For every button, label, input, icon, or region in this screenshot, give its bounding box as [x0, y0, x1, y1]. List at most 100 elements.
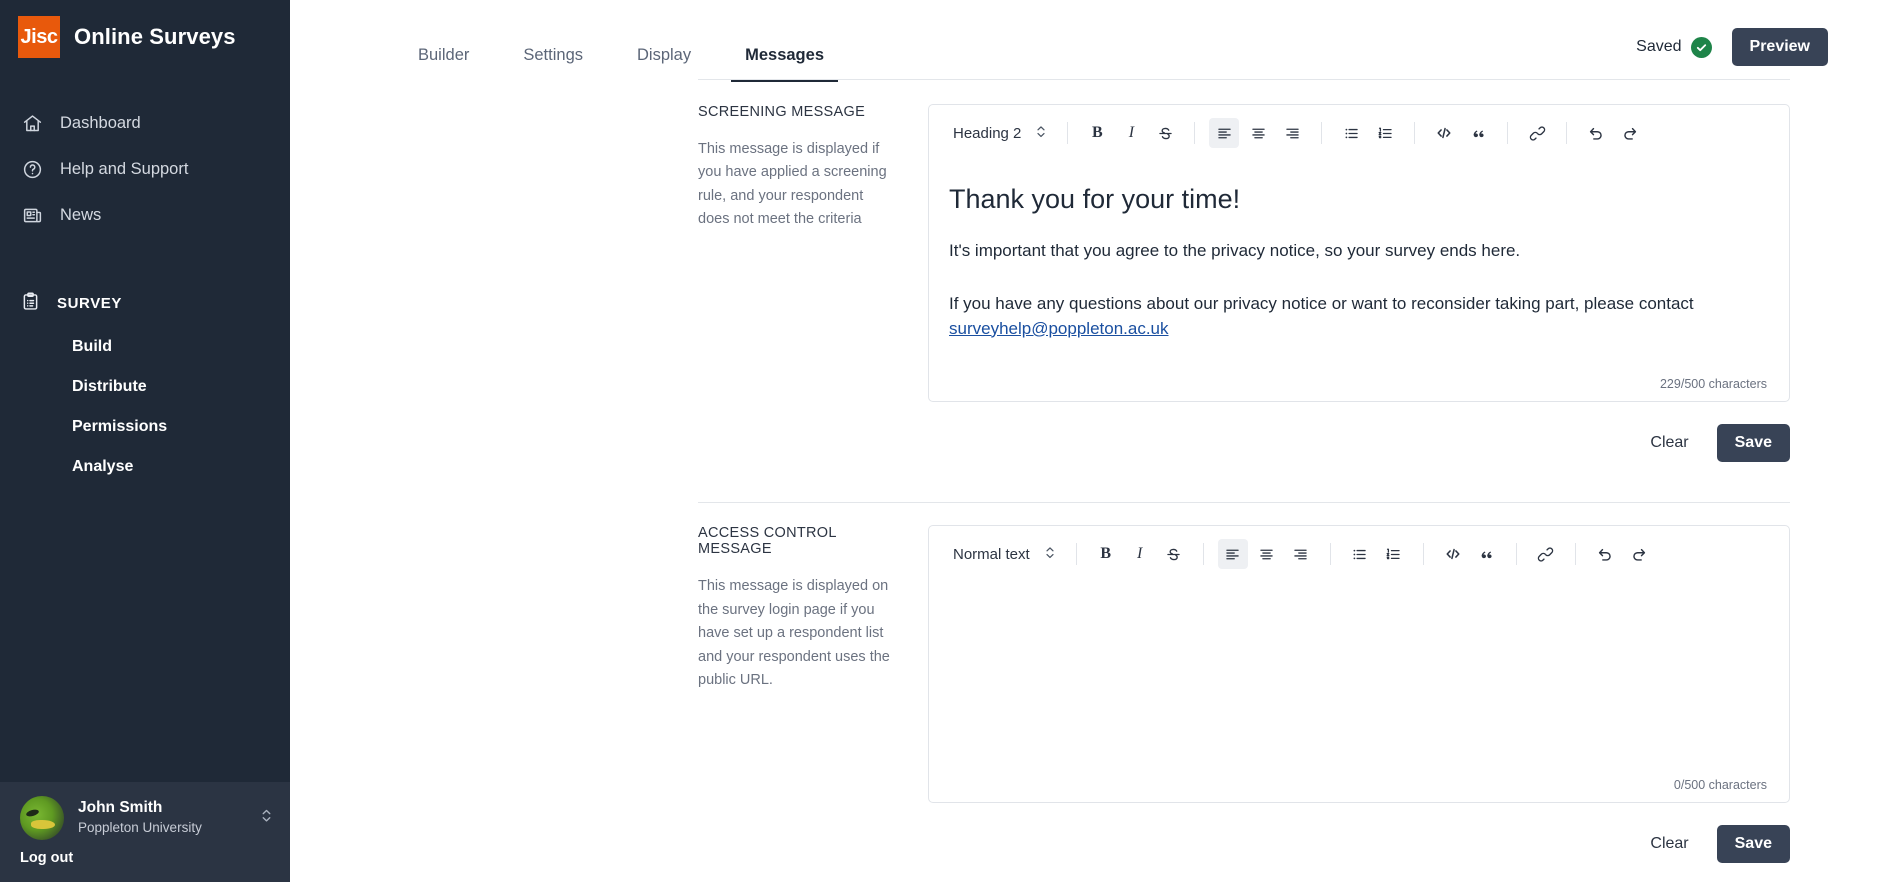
messages-panel: SCREENING MESSAGE This message is displa… [290, 82, 1890, 864]
redo-icon[interactable] [1615, 118, 1645, 148]
editor-content-area[interactable] [929, 582, 1789, 778]
block-format-value: Normal text [953, 545, 1030, 563]
sidebar-item-build[interactable]: Build [0, 327, 290, 367]
editor-paragraph-2: If you have any questions about our priv… [949, 292, 1769, 341]
home-icon [20, 111, 44, 135]
code-block-icon[interactable] [1438, 539, 1468, 569]
toolbar-divider [1321, 122, 1323, 144]
bold-icon[interactable]: B [1082, 118, 1112, 148]
editor-toolbar: Heading 2 B I [929, 105, 1789, 161]
editor-toolbar: Normal text B I [929, 526, 1789, 582]
italic-icon[interactable]: I [1125, 539, 1155, 569]
saved-label: Saved [1636, 38, 1682, 55]
align-center-icon[interactable] [1252, 539, 1282, 569]
code-block-icon[interactable] [1429, 118, 1459, 148]
toolbar-divider [1067, 122, 1069, 144]
user-organisation: Poppleton University [78, 820, 202, 836]
tab-builder[interactable]: Builder [404, 46, 483, 83]
chevron-up-down-icon [1035, 123, 1047, 144]
section-description: This message is displayed if you have ap… [698, 141, 887, 228]
character-counter: 0/500 characters [1673, 778, 1767, 793]
main-content: Builder Settings Display Messages Saved … [290, 0, 1890, 882]
toolbar-divider [1574, 543, 1576, 566]
chevron-up-down-icon[interactable] [260, 806, 274, 830]
jisc-logo: Jisc [18, 16, 60, 58]
toolbar-divider [1194, 122, 1196, 144]
strikethrough-icon[interactable] [1159, 539, 1189, 569]
sidebar-item-distribute[interactable]: Distribute [0, 367, 290, 407]
account-switcher[interactable]: John Smith Poppleton University [20, 796, 274, 840]
block-format-value: Heading 2 [953, 124, 1022, 142]
link-icon[interactable] [1531, 539, 1561, 569]
undo-icon[interactable] [1590, 539, 1620, 569]
blockquote-icon[interactable] [1472, 539, 1502, 569]
sidebar-section-survey[interactable]: SURVEY [0, 280, 290, 327]
strikethrough-icon[interactable] [1150, 118, 1180, 148]
align-right-icon[interactable] [1277, 118, 1307, 148]
block-format-select[interactable]: Heading 2 [943, 117, 1055, 150]
top-bar-actions: Saved Preview [1636, 28, 1828, 66]
top-bar: Builder Settings Display Messages Saved … [290, 0, 1890, 82]
save-button[interactable]: Save [1716, 825, 1790, 864]
sidebar-item-label: News [60, 205, 102, 224]
user-panel: John Smith Poppleton University Log out [0, 782, 290, 882]
italic-icon[interactable]: I [1116, 118, 1146, 148]
access-control-message-section: ACCESS CONTROL MESSAGE This message is d… [698, 503, 1790, 864]
clipboard-icon [20, 291, 41, 316]
link-icon[interactable] [1522, 118, 1552, 148]
question-circle-icon [20, 157, 44, 181]
screening-message-section: SCREENING MESSAGE This message is displa… [698, 82, 1790, 463]
editor-content-area[interactable]: Thank you for your time! It's important … [929, 161, 1789, 377]
brand-title: Online Surveys [74, 24, 236, 49]
preview-button[interactable]: Preview [1731, 28, 1828, 66]
clear-button[interactable]: Clear [1646, 428, 1692, 458]
sidebar-item-help-and-support[interactable]: Help and Support [0, 146, 290, 192]
bold-icon[interactable]: B [1091, 539, 1121, 569]
save-button[interactable]: Save [1716, 424, 1790, 463]
rich-text-editor: Heading 2 B I Thank you for your time! I… [928, 104, 1790, 403]
sidebar-item-analyse[interactable]: Analyse [0, 447, 290, 487]
newspaper-icon [20, 203, 44, 227]
numbered-list-icon[interactable] [1379, 539, 1409, 569]
block-format-select[interactable]: Normal text [943, 538, 1064, 571]
editor-paragraph-2-text: If you have any questions about our priv… [949, 294, 1694, 314]
screening-message-actions: Clear Save [928, 424, 1790, 463]
user-meta: John Smith Poppleton University [78, 798, 246, 838]
logout-link[interactable]: Log out [20, 850, 274, 866]
sidebar-item-label: Dashboard [60, 113, 141, 132]
toolbar-divider [1414, 122, 1416, 144]
sidebar-item-dashboard[interactable]: Dashboard [0, 100, 290, 146]
align-left-icon[interactable] [1217, 539, 1248, 570]
brand[interactable]: Jisc Online Surveys [0, 0, 290, 58]
access-control-message-actions: Clear Save [928, 825, 1790, 864]
tab-display[interactable]: Display [623, 46, 705, 83]
screening-message-info: SCREENING MESSAGE This message is displa… [698, 104, 928, 462]
bullet-list-icon[interactable] [1336, 118, 1366, 148]
section-description: This message is displayed on the survey … [698, 578, 890, 689]
section-title: ACCESS CONTROL MESSAGE [698, 525, 837, 558]
align-left-icon[interactable] [1209, 118, 1240, 148]
align-center-icon[interactable] [1243, 118, 1273, 148]
bullet-list-icon[interactable] [1345, 539, 1375, 569]
sidebar-item-news[interactable]: News [0, 192, 290, 238]
tab-bar: Builder Settings Display Messages [290, 0, 864, 82]
align-right-icon[interactable] [1286, 539, 1316, 569]
blockquote-icon[interactable] [1463, 118, 1493, 148]
support-email-link[interactable]: surveyhelp@poppleton.ac.uk [949, 319, 1169, 338]
sidebar-section-label: SURVEY [57, 295, 123, 312]
avatar [20, 796, 64, 840]
toolbar-divider [1422, 543, 1424, 566]
access-control-message-info: ACCESS CONTROL MESSAGE This message is d… [698, 525, 928, 863]
tab-messages[interactable]: Messages [731, 46, 838, 82]
rich-text-editor: Normal text B I 0/500 characters [928, 525, 1790, 804]
undo-icon[interactable] [1581, 118, 1611, 148]
editor-paragraph-1: It's important that you agree to the pri… [949, 241, 1521, 261]
sidebar-item-permissions[interactable]: Permissions [0, 407, 290, 447]
character-counter: 229/500 characters [1659, 377, 1767, 392]
tab-settings[interactable]: Settings [509, 46, 597, 83]
primary-nav: Dashboard Help and Support News SURVEY B… [0, 100, 290, 487]
numbered-list-icon[interactable] [1370, 118, 1400, 148]
clear-button[interactable]: Clear [1646, 829, 1692, 859]
redo-icon[interactable] [1624, 539, 1654, 569]
chevron-up-down-icon [1044, 544, 1056, 565]
